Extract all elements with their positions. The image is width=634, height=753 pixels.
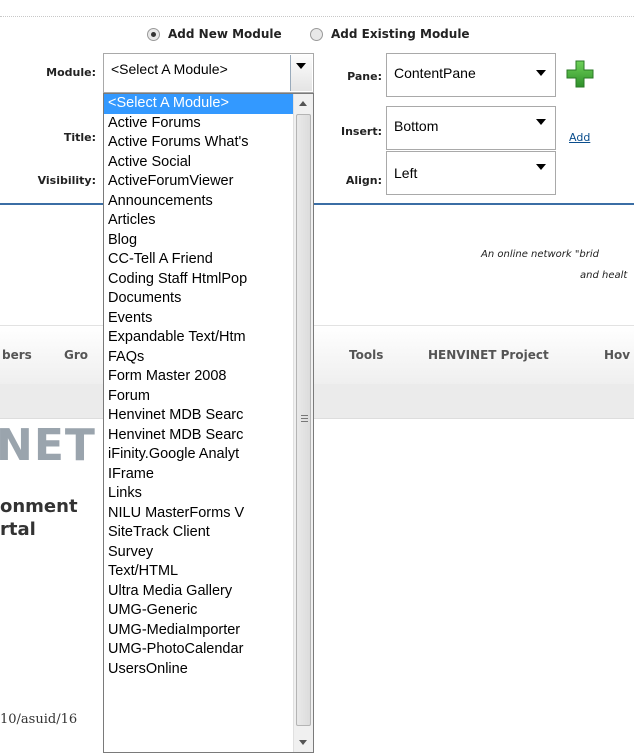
module-option[interactable]: IFrame [104,465,293,485]
add-link[interactable]: Add [569,131,590,144]
pane-label: Pane: [347,70,382,83]
module-option[interactable]: Ultra Media Gallery [104,582,293,602]
chevron-down-icon [296,63,306,69]
module-option[interactable]: Form Master 2008 [104,367,293,387]
insert-label: Insert: [340,125,382,138]
module-select-dropdown-button[interactable] [290,55,312,91]
scroll-down-arrow-icon[interactable] [294,734,313,752]
chevron-down-icon [536,70,546,76]
module-option[interactable]: Links [104,484,293,504]
nav-item-tools[interactable]: Tools [349,348,383,362]
logo-subtitle-line-1: onment [0,496,78,517]
nav-item-groups[interactable]: Gro [64,348,88,362]
module-options: <Select A Module> Active Forums Active For… [104,94,293,679]
sub-nav-bar [0,384,634,419]
pane-select[interactable]: ContentPane [386,53,556,97]
chevron-down-icon [536,119,546,125]
module-option[interactable]: Announcements [104,192,293,212]
module-option[interactable]: Forum [104,387,293,407]
module-option[interactable]: Blog [104,231,293,251]
module-option[interactable]: Henvinet MDB Searc [104,406,293,426]
module-option[interactable]: <Select A Module> [104,94,293,114]
scrollbar-thumb[interactable] [296,114,311,726]
nav-item-henvinet-project[interactable]: HENVINET Project [428,348,549,362]
align-select[interactable]: Left [386,151,556,195]
module-option[interactable]: Survey [104,543,293,563]
module-option[interactable]: Expandable Text/Htm [104,328,293,348]
add-existing-module-label[interactable]: Add Existing Module [331,27,470,41]
align-select-value: Left [394,165,418,181]
module-option[interactable]: Events [104,309,293,329]
align-label: Align: [345,174,382,187]
module-option[interactable]: FAQs [104,348,293,368]
thumb-grip [301,418,308,419]
scroll-up-arrow-icon[interactable] [294,94,313,112]
nav-item-members[interactable]: bers [2,348,32,362]
plus-icon[interactable] [565,59,595,89]
section-divider [0,203,634,205]
module-option[interactable]: CC-Tell A Friend [104,250,293,270]
module-select-value: <Select A Module> [111,61,228,77]
footer-url-fragment: 10/asuid/16 [0,712,78,727]
module-option[interactable]: Articles [104,211,293,231]
logo-text: NET [0,420,96,471]
module-option[interactable]: Documents [104,289,293,309]
tagline-line-2: and healt [580,270,628,281]
module-option[interactable]: Henvinet MDB Searc [104,426,293,446]
module-option[interactable]: UMG-MediaImporter [104,621,293,641]
module-option[interactable]: UsersOnline [104,660,293,680]
insert-select-value: Bottom [394,118,439,134]
nav-item-how[interactable]: Hov [604,348,630,362]
module-option[interactable]: UMG-Generic [104,601,293,621]
module-select[interactable]: <Select A Module> [103,53,314,93]
add-new-module-label[interactable]: Add New Module [168,27,282,41]
pane-select-value: ContentPane [394,65,476,81]
title-label: Title: [63,131,96,144]
tagline-line-1: An online network "brid [481,249,600,260]
module-option[interactable]: Text/HTML [104,562,293,582]
module-option[interactable]: iFinity.Google Analyt [104,445,293,465]
thumb-grip [301,415,308,416]
dropdown-scrollbar[interactable] [293,94,313,752]
module-option[interactable]: SiteTrack Client [104,523,293,543]
add-existing-module-radio[interactable] [310,28,323,41]
module-option[interactable]: Active Forums What's [104,133,293,153]
module-option[interactable]: Coding Staff HtmlPop [104,270,293,290]
module-label: Module: [46,66,96,79]
top-divider [0,16,634,17]
visibility-label: Visibility: [37,174,96,187]
module-option[interactable]: ActiveForumViewer [104,172,293,192]
module-option[interactable]: Active Forums [104,114,293,134]
module-option[interactable]: NILU MasterForms V [104,504,293,524]
chevron-down-icon [536,164,546,170]
logo-subtitle-line-2: rtal [0,519,36,540]
thumb-grip [301,421,308,422]
insert-select[interactable]: Bottom [386,106,556,150]
add-new-module-radio[interactable] [147,28,160,41]
module-dropdown-list[interactable]: <Select A Module> Active Forums Active For… [103,93,314,753]
module-option[interactable]: Active Social [104,153,293,173]
module-option[interactable]: UMG-PhotoCalendar [104,640,293,660]
